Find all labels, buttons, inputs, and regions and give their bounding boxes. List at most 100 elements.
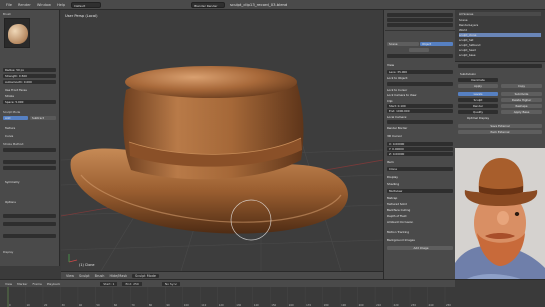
subdivide-button[interactable]: Subdivide bbox=[501, 92, 542, 96]
menu-window[interactable]: Window bbox=[37, 3, 51, 7]
menu-render[interactable]: Render bbox=[18, 3, 31, 7]
levels-field[interactable]: Levels bbox=[458, 92, 498, 96]
view-panel-header[interactable]: View bbox=[387, 63, 394, 67]
local-camera-field[interactable] bbox=[387, 120, 453, 124]
quality-field[interactable]: Quality bbox=[458, 110, 498, 114]
item-panel-header[interactable]: Item bbox=[387, 160, 394, 164]
render-border-toggle[interactable]: Render Border bbox=[387, 126, 407, 130]
options-panel-header[interactable]: Options bbox=[3, 200, 56, 204]
engine-selector[interactable]: Blender Render bbox=[191, 1, 226, 8]
background-images-toggle[interactable]: Background Images bbox=[387, 238, 415, 242]
apply-button[interactable]: Apply bbox=[458, 84, 498, 88]
optimal-display-toggle[interactable]: Optimal Display bbox=[458, 116, 498, 120]
stroke-space-field[interactable]: Space: 5.000 bbox=[3, 100, 56, 104]
tab-scene[interactable]: Scene bbox=[387, 42, 419, 46]
outliner-item[interactable]: RenderLayers bbox=[459, 23, 541, 27]
render-level-field[interactable]: Render bbox=[458, 104, 498, 108]
brush-radius-field[interactable]: Radius: 50 px bbox=[3, 68, 56, 72]
timeline-tick-label: 20 bbox=[44, 303, 48, 307]
outliner-item[interactable]: sculpt_base bbox=[459, 53, 541, 57]
clip-start-field[interactable]: Start: 0.100 bbox=[387, 104, 453, 108]
dof-toggle[interactable]: Depth of Field bbox=[387, 214, 406, 218]
symmetry-panel-header[interactable]: Symmetry bbox=[3, 180, 56, 184]
sculpt-level-field[interactable]: Sculpt bbox=[458, 98, 498, 102]
menu-view[interactable]: View bbox=[66, 274, 74, 278]
shading-panel-header[interactable]: Shading bbox=[387, 182, 399, 186]
delete-higher-button[interactable]: Delete Higher bbox=[501, 98, 542, 102]
sync-mode-select[interactable]: No Sync bbox=[161, 281, 181, 286]
tab-object[interactable]: Object bbox=[420, 42, 453, 46]
lock-object-field[interactable] bbox=[387, 82, 453, 86]
brush-strength-field[interactable]: Strength: 0.500 bbox=[3, 74, 56, 78]
outliner-item-selected[interactable]: sculpt_clone bbox=[459, 33, 541, 38]
apply-base-button[interactable]: Apply Base bbox=[501, 110, 542, 114]
menu-brush[interactable]: Brush bbox=[95, 274, 105, 278]
subtract-button[interactable]: Subtract bbox=[30, 116, 56, 120]
motion-tracking-toggle[interactable]: Motion Tracking bbox=[387, 230, 409, 234]
properties-tabs[interactable] bbox=[458, 64, 542, 68]
layout-selector[interactable]: Default bbox=[71, 1, 102, 8]
curve-panel-header[interactable]: Curve bbox=[3, 134, 56, 138]
timeline-end-field[interactable]: End: 250 bbox=[122, 281, 142, 286]
mode-selector[interactable]: Sculpt Mode bbox=[132, 273, 159, 278]
texture-panel-header[interactable]: Texture bbox=[3, 126, 56, 130]
outliner-display-mode[interactable]: All Scenes bbox=[459, 12, 541, 17]
timeline-menu-view[interactable]: View bbox=[5, 282, 12, 286]
clip-end-field[interactable]: End: 1000.000 bbox=[387, 109, 453, 113]
lock-camera-toggle[interactable]: Lock Camera to View bbox=[387, 93, 416, 97]
outliner-item[interactable]: Scene bbox=[459, 18, 541, 22]
new-button[interactable] bbox=[409, 48, 429, 52]
modifier-name[interactable]: Subdivision bbox=[458, 72, 542, 76]
reshape-button[interactable]: Reshape bbox=[501, 104, 542, 108]
brush-preview[interactable] bbox=[4, 18, 30, 48]
timeline-ruler[interactable]: 0 10 20 30 40 50 60 70 80 90 100 110 120 130 140 150 160… bbox=[0, 287, 455, 307]
cursor-z-field[interactable]: Z: 0.00000 bbox=[387, 152, 453, 156]
lens-field[interactable]: Lens: 35.000 bbox=[387, 70, 453, 74]
menu-hide-mask[interactable]: Hide/Mask bbox=[109, 274, 127, 278]
front-faces-toggle[interactable]: Use Front Faces bbox=[3, 88, 56, 92]
cursor-x-field[interactable]: X: 0.00000 bbox=[387, 142, 453, 146]
option-field-1[interactable] bbox=[3, 214, 56, 218]
timeline-menu-frame[interactable]: Frame bbox=[33, 282, 42, 286]
transform-x-field[interactable] bbox=[387, 13, 453, 17]
copy-button[interactable]: Copy bbox=[501, 84, 542, 88]
multiview-field[interactable]: Multiview bbox=[387, 189, 453, 193]
outliner-item[interactable]: sculpt_hat bbox=[459, 38, 541, 42]
transform-y-field[interactable] bbox=[387, 18, 453, 22]
outliner-item[interactable]: sculpt_head bbox=[459, 48, 541, 52]
menu-file[interactable]: File bbox=[6, 3, 12, 7]
save-external-button[interactable]: Save External bbox=[458, 124, 542, 128]
item-name-field[interactable]: Clone bbox=[387, 167, 453, 171]
jitter-field[interactable] bbox=[3, 166, 56, 170]
ao-toggle[interactable]: Ambient Occlusion bbox=[387, 220, 413, 224]
outliner-item[interactable]: World bbox=[459, 28, 541, 32]
pack-external-button[interactable]: Pack External bbox=[458, 130, 542, 134]
menu-help[interactable]: Help bbox=[57, 3, 65, 7]
add-image-button[interactable]: Add Image bbox=[387, 246, 453, 250]
autosmooth-field[interactable]: Autosmooth: 0.000 bbox=[3, 80, 56, 84]
timeline-menu-marker[interactable]: Marker bbox=[17, 282, 27, 286]
menu-sculpt[interactable]: Sculpt bbox=[79, 274, 90, 278]
backface-culling-toggle[interactable]: Backface Culling bbox=[387, 208, 410, 212]
add-button[interactable]: Add bbox=[3, 116, 28, 120]
textured-solid-toggle[interactable]: Textured Solid bbox=[387, 202, 407, 206]
option-field-3[interactable] bbox=[3, 234, 56, 238]
timeline-start-field[interactable]: Start: 1 bbox=[100, 281, 118, 286]
stroke-panel-header[interactable]: Stroke bbox=[3, 94, 56, 98]
cursor-y-field[interactable]: Y: 0.00000 bbox=[387, 147, 453, 151]
timeline-tick-label: 100 bbox=[184, 303, 189, 307]
option-field-2[interactable] bbox=[3, 222, 56, 226]
modifier-type-select[interactable]: Decimate bbox=[458, 78, 498, 82]
display-panel-header[interactable]: Display bbox=[387, 175, 398, 179]
lock-cursor-toggle[interactable]: Lock to Cursor bbox=[387, 88, 407, 92]
layer-field[interactable] bbox=[387, 54, 453, 58]
viewport-persp-label: User Persp (Local) bbox=[65, 14, 98, 18]
outliner-item[interactable]: sculpt_hatband bbox=[459, 43, 541, 47]
3d-viewport[interactable]: User Persp (Local) (1) Clone bbox=[61, 10, 383, 271]
matcap-toggle[interactable]: Matcap bbox=[387, 196, 397, 200]
timeline-menu-playback[interactable]: Playback bbox=[47, 282, 60, 286]
stroke-method-select[interactable] bbox=[3, 148, 56, 152]
transform-z-field[interactable] bbox=[387, 23, 453, 27]
spacing-field[interactable] bbox=[3, 160, 56, 164]
3d-cursor-panel-header[interactable]: 3D Cursor bbox=[387, 134, 402, 138]
